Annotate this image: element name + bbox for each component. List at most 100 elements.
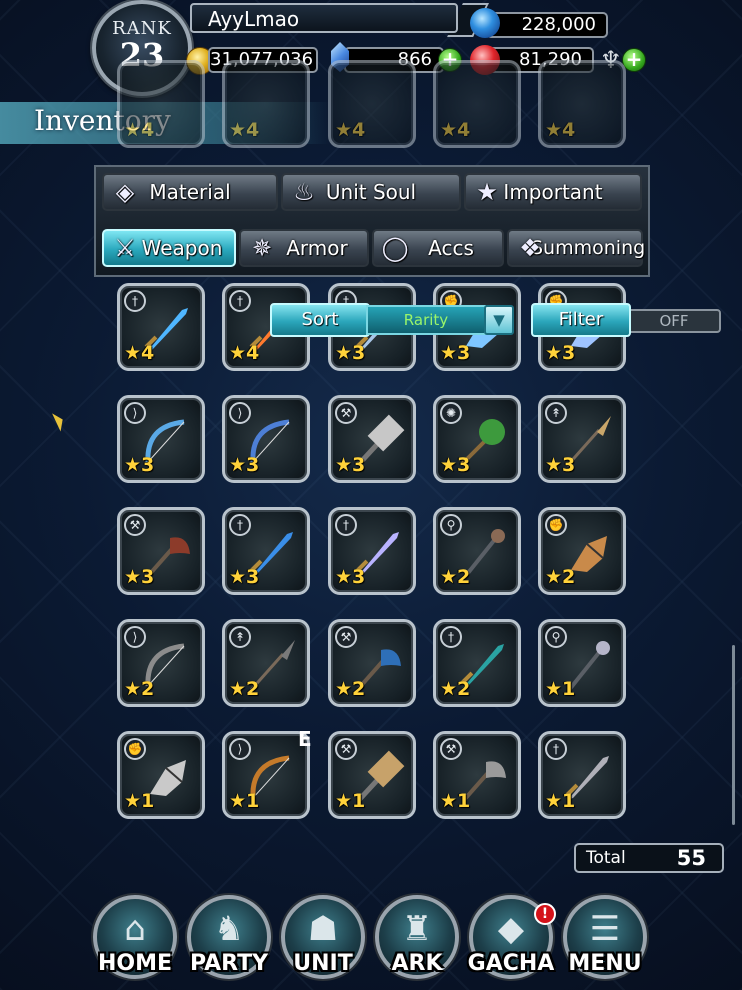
rarity-stars: ★4 [335, 119, 366, 141]
rarity-stars: ★3 [229, 454, 260, 476]
rarity-stars: ★4 [229, 119, 260, 141]
rarity-stars: ★4 [545, 119, 576, 141]
sword-type-icon: † [229, 514, 251, 536]
nav-label: PARTY [189, 951, 269, 976]
tab-summoning[interactable]: ❖ Summoning [507, 229, 645, 267]
rarity-stars: ★2 [229, 678, 260, 700]
rarity-stars: ★3 [335, 454, 366, 476]
sword-type-icon: † [545, 738, 567, 760]
party-icon: ♞ [213, 909, 245, 949]
nav-party-button[interactable]: ♞ PARTY [185, 895, 273, 987]
item-slot-sword[interactable]: † ★3 [222, 507, 310, 595]
rarity-stars: ★4 [229, 342, 260, 364]
nav-unit-button[interactable]: ☗ UNIT [279, 895, 367, 987]
sort-value[interactable]: Rarity [366, 305, 486, 335]
item-slot-staff[interactable]: ⚲ ★1 [538, 619, 626, 707]
rarity-stars: ★4 [124, 342, 155, 364]
filter-value[interactable]: OFF [627, 309, 721, 333]
rarity-stars: ★3 [229, 566, 260, 588]
unit-icon: ☗ [307, 909, 339, 949]
filter-button[interactable]: Filter [531, 303, 631, 337]
item-slot-spear[interactable]: ↟ ★2 [222, 619, 310, 707]
blue-orb-counter: 228,000 [486, 12, 608, 38]
item-slot-sword[interactable]: † ★2 [433, 619, 521, 707]
item-slot-axe[interactable]: ⚒ ★3 [117, 507, 205, 595]
blue-orb-value: 228,000 [521, 14, 596, 35]
background-item-slot: ★4 [538, 60, 626, 148]
equipped-marker: E [298, 727, 312, 751]
item-slot-fist[interactable]: ✊ ★2 [538, 507, 626, 595]
item-slot-sword[interactable]: † ★4 [117, 283, 205, 371]
hammer-type-icon: ⚒ [335, 738, 357, 760]
tab-label: Unit Soul [325, 180, 417, 204]
sort-dropdown-icon[interactable]: ▼ [484, 305, 514, 335]
rarity-stars: ★1 [335, 790, 366, 812]
home-icon: ⌂ [124, 909, 146, 949]
gacha-notification-badge: ! [534, 903, 556, 925]
background-pattern [0, 0, 742, 990]
item-slot-mace[interactable]: ✺ ★3 [433, 395, 521, 483]
axe-type-icon: ⚒ [440, 738, 462, 760]
background-item-slot: ★4 [222, 60, 310, 148]
item-slot-staff[interactable]: ⚲ ★2 [433, 507, 521, 595]
item-slot-bow[interactable]: ⟩ ★1 [222, 731, 310, 819]
rarity-stars: ★3 [545, 454, 576, 476]
tab-important[interactable]: ★ Important [464, 173, 642, 211]
player-name[interactable]: AyyLmao [190, 3, 458, 33]
nav-ark-button[interactable]: ♜ ARK [373, 895, 461, 987]
hammer-type-icon: ⚒ [335, 402, 357, 424]
star-icon: ★ [476, 178, 498, 206]
item-slot-bow[interactable]: ⟩ ★2 [117, 619, 205, 707]
nav-home-button[interactable]: ⌂ HOME [91, 895, 179, 987]
axe-type-icon: ⚒ [335, 626, 357, 648]
item-slot-sword[interactable]: † ★1 [538, 731, 626, 819]
bag-icon: ◈ [115, 178, 135, 206]
total-count: Total 55 [574, 843, 724, 873]
sort-button[interactable]: Sort [270, 303, 370, 337]
bow-type-icon: ⟩ [124, 626, 146, 648]
item-slot-axe[interactable]: ⚒ ★1 [433, 731, 521, 819]
scrollbar[interactable] [732, 645, 735, 825]
item-slot-sword[interactable]: † ★3 [328, 507, 416, 595]
staff-type-icon: ⚲ [440, 514, 462, 536]
total-label: Total [586, 848, 626, 868]
rarity-stars: ★1 [229, 790, 260, 812]
item-slot-fist[interactable]: ✊ ★1 [117, 731, 205, 819]
nav-label: HOME [97, 951, 173, 976]
tab-weapon[interactable]: ⚔ Weapon [102, 229, 236, 267]
staff-type-icon: ⚲ [545, 626, 567, 648]
item-slot-axe[interactable]: ⚒ ★2 [328, 619, 416, 707]
mace-type-icon: ✺ [440, 402, 462, 424]
soul-flame-icon: ♨ [293, 178, 315, 206]
tab-unit-soul[interactable]: ♨ Unit Soul [281, 173, 461, 211]
sword-type-icon: † [229, 290, 251, 312]
ring-icon: ◯ [381, 234, 409, 262]
tab-label: Important [503, 180, 603, 204]
rarity-stars: ★2 [440, 566, 471, 588]
fist-type-icon: ✊ [124, 738, 146, 760]
background-item-slot: ★4 [117, 60, 205, 148]
spear-type-icon: ↟ [229, 626, 251, 648]
rarity-stars: ★1 [124, 790, 155, 812]
item-slot-spear[interactable]: ↟ ★3 [538, 395, 626, 483]
nav-label: UNIT [293, 951, 353, 976]
item-slot-bow[interactable]: ⟩ ★3 [117, 395, 205, 483]
category-tab-panel: ◈ Material ♨ Unit Soul ★ Important ⚔ Wea… [94, 165, 650, 277]
tab-label: Material [149, 180, 231, 204]
nav-menu-button[interactable]: ☰ MENU [561, 895, 649, 987]
item-slot-hammer[interactable]: ⚒ ★3 [328, 395, 416, 483]
rarity-stars: ★3 [124, 566, 155, 588]
tab-accs[interactable]: ◯ Accs [372, 229, 504, 267]
summon-crystal-icon: ❖ [519, 234, 541, 262]
rarity-stars: ★3 [124, 454, 155, 476]
blue-orb-icon [470, 8, 500, 38]
total-value: 55 [676, 846, 706, 870]
tab-armor[interactable]: ✵ Armor [239, 229, 369, 267]
axe-type-icon: ⚒ [124, 514, 146, 536]
rarity-stars: ★3 [545, 342, 576, 364]
tab-material[interactable]: ◈ Material [102, 173, 278, 211]
item-slot-bow[interactable]: ⟩ ★3 [222, 395, 310, 483]
item-slot-hammer[interactable]: ⚒ ★1 [328, 731, 416, 819]
ark-icon: ♜ [401, 909, 433, 949]
rarity-stars: ★4 [440, 119, 471, 141]
